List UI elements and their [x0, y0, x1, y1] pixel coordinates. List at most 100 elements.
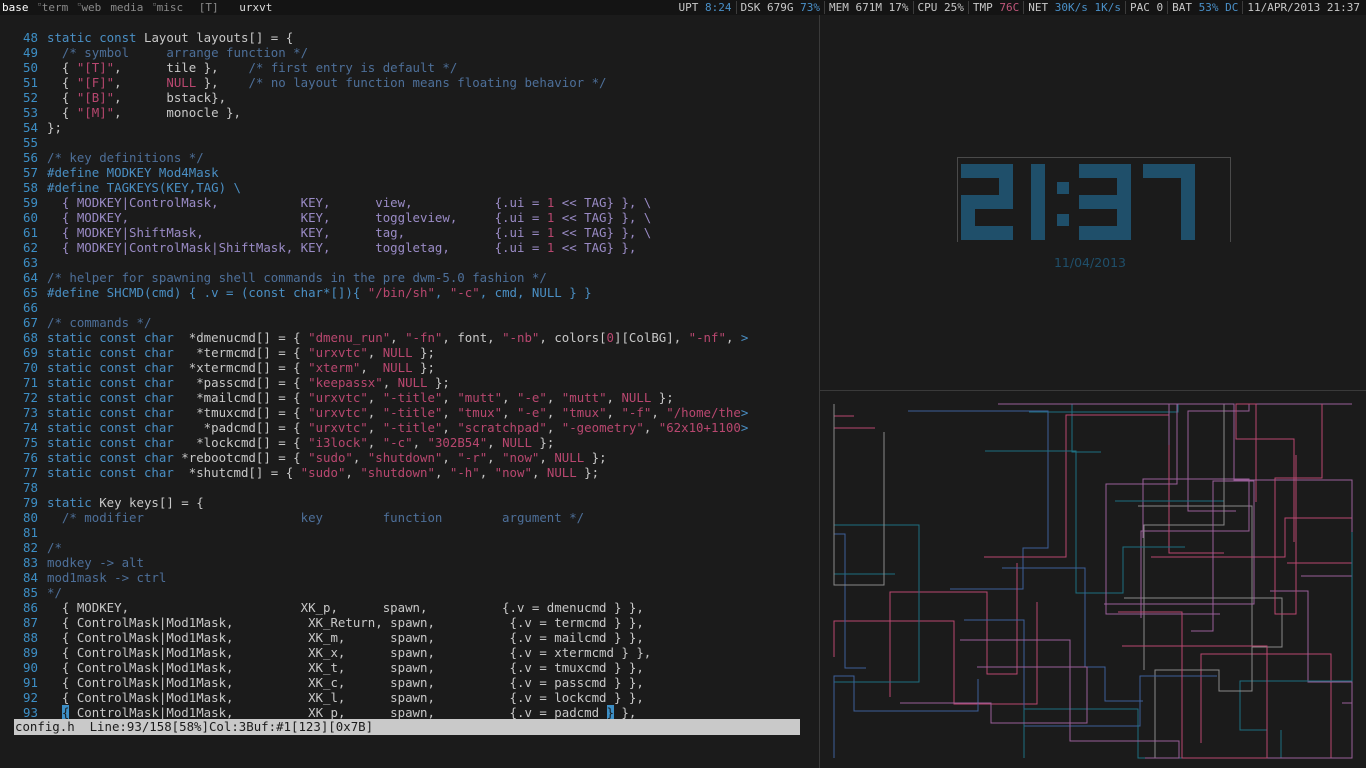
code-line[interactable]: 75 static const char *lockcmd[] = { "i3lo… [23, 435, 748, 450]
line-number: 74 [23, 420, 38, 435]
code-line[interactable]: 58 #define TAGKEYS(KEY,TAG) \ [23, 180, 748, 195]
clock-digit [1143, 164, 1195, 240]
code-line[interactable]: 51 { "[F]", NULL }, /* no layout functio… [23, 75, 748, 90]
code-editor[interactable]: 48 static const Layout layouts[] = {49 /*… [14, 15, 820, 735]
code-view[interactable]: 48 static const Layout layouts[] = {49 /*… [23, 30, 748, 720]
code-token: }; [412, 360, 435, 375]
tag-web[interactable]: ▫web [77, 0, 101, 14]
code-line[interactable]: 93 { ControlMask|Mod1Mask, XK_p, spawn, … [23, 705, 748, 720]
code-token: static const char [47, 420, 204, 435]
code-line[interactable]: 87 { ControlMask|Mod1Mask, XK_Return, sp… [23, 615, 748, 630]
code-token: , bstack}, [114, 90, 227, 105]
code-token: , [651, 405, 667, 420]
clock-segment [1181, 164, 1195, 202]
code-line[interactable]: 79 static Key keys[] = { [23, 495, 748, 510]
code-line[interactable]: 88 { ControlMask|Mod1Mask, XK_m, spawn, … [23, 630, 748, 645]
code-token: { [47, 60, 77, 75]
code-line[interactable]: 54}; [23, 120, 748, 135]
code-line[interactable]: 70 static const char *xtermcmd[] = { "xte… [23, 360, 748, 375]
line-number: 81 [23, 525, 38, 540]
code-token: > [740, 420, 749, 435]
tag-base[interactable]: base [2, 1, 29, 14]
code-line[interactable]: 77 static const char *shutcmd[] = { "sudo… [23, 465, 748, 480]
status-label: CPU [917, 1, 945, 14]
pipe-segment [1154, 591, 1253, 758]
code-line[interactable]: 73 static const char *tmuxcmd[] = { "urxv… [23, 405, 748, 420]
tag-media[interactable]: media [110, 1, 143, 14]
code-line[interactable]: 76 static const char *rebootcmd[] = { "su… [23, 450, 748, 465]
code-line[interactable]: 74 static const char *padcmd[] = { "urxvt… [23, 420, 748, 435]
code-token: , [390, 330, 406, 345]
pipe-segment [900, 666, 1088, 724]
code-line[interactable]: 71 static const char *passcmd[] = { "keep… [23, 375, 748, 390]
status-value: 671M [855, 1, 889, 14]
code-line[interactable]: 78 [23, 480, 748, 495]
code-line[interactable]: 63 [23, 255, 748, 270]
code-line[interactable]: 61 { MODKEY|ShiftMask, KEY, tag, {.ui = … [23, 225, 748, 240]
code-line[interactable]: 72 static const char *mailcmd[] = { "urxv… [23, 390, 748, 405]
clock-date: 11/04/2013 [1053, 255, 1127, 270]
pipe-segment [833, 404, 885, 586]
status-label: BAT [1172, 1, 1199, 14]
code-line[interactable]: 57 #define MODKEY Mod4Mask [23, 165, 748, 180]
code-line[interactable]: 82 /* [23, 540, 748, 555]
code-token: *termcmd[] = { [196, 345, 309, 360]
pipe-segment [833, 415, 875, 517]
line-number: 55 [23, 135, 38, 150]
code-token: "scratchpad" [457, 420, 547, 435]
code-line[interactable]: 65 #define SHCMD(cmd) { .v = (const char*… [23, 285, 748, 300]
code-line[interactable]: 85 */ [23, 585, 748, 600]
code-line[interactable]: 66 [23, 300, 748, 315]
line-number: 75 [23, 435, 38, 450]
code-line[interactable]: 68 static const char *dmenucmd[] = { "dme… [23, 330, 748, 345]
code-line[interactable]: 83 modkey -> alt [23, 555, 748, 570]
code-line[interactable]: 67 /* commands */ [23, 315, 748, 330]
tag-term[interactable]: ▫term [38, 0, 69, 14]
line-number: 83 [23, 555, 38, 570]
pipe-segment [1124, 505, 1283, 648]
line-number: 51 [23, 75, 38, 90]
code-token: , monocle }, [114, 105, 241, 120]
code-token: { ControlMask|Mod1Mask, XK_t, spawn, {.v… [47, 660, 644, 675]
code-token: , [606, 390, 622, 405]
code-line[interactable]: 59 { MODKEY|ControlMask, KEY, view, {.ui… [23, 195, 748, 210]
code-token: "i3lock" [308, 435, 368, 450]
layout-symbol[interactable]: [T] [199, 1, 219, 14]
status-value: 53% [1198, 1, 1226, 14]
line-number: 65 [23, 285, 38, 300]
code-token: /* no layout function means floating beh… [248, 75, 607, 90]
code-line[interactable]: 48 static const Layout layouts[] = { [23, 30, 748, 45]
code-token: Key keys[] = { [99, 495, 204, 510]
code-line[interactable]: 89 { ControlMask|Mod1Mask, XK_x, spawn, … [23, 645, 748, 660]
code-token: "/bin/sh" [367, 285, 435, 300]
line-number: 71 [23, 375, 38, 390]
code-line[interactable]: 91 { ControlMask|Mod1Mask, XK_c, spawn, … [23, 675, 748, 690]
code-token: , [352, 450, 368, 465]
line-number: 79 [23, 495, 38, 510]
code-line[interactable]: 69 static const char *termcmd[] = { "urxv… [23, 345, 748, 360]
line-number: 72 [23, 390, 38, 405]
code-line[interactable]: 49 /* symbol arrange function */ [23, 45, 748, 60]
code-line[interactable]: 62 { MODKEY|ControlMask|ShiftMask, KEY, … [23, 240, 748, 255]
code-line[interactable]: 50 { "[T]", tile }, /* first entry is de… [23, 60, 748, 75]
tag-misc[interactable]: ▫misc [152, 0, 183, 14]
code-line[interactable]: 64 /* helper for spawning shell commands … [23, 270, 748, 285]
code-line[interactable]: 80 /* modifier key function argument */ [23, 510, 748, 525]
code-line[interactable]: 84 mod1mask -> ctrl [23, 570, 748, 585]
code-line[interactable]: 60 { MODKEY, KEY, toggleview, {.ui = 1 <… [23, 210, 748, 225]
code-line[interactable]: 81 [23, 525, 748, 540]
code-token: static const char [47, 405, 197, 420]
code-line[interactable]: 53 { "[M]", monocle }, [23, 105, 748, 120]
code-token: "[T]" [76, 60, 115, 75]
code-line[interactable]: 92 { ControlMask|Mod1Mask, XK_l, spawn, … [23, 690, 748, 705]
code-line[interactable]: 90 { ControlMask|Mod1Mask, XK_t, spawn, … [23, 660, 748, 675]
status-value: 73% [800, 1, 821, 14]
code-line[interactable]: 52 { "[B]", bstack}, [23, 90, 748, 105]
code-line[interactable]: 55 [23, 135, 748, 150]
code-line[interactable]: 86 { MODKEY, XK_p, spawn, {.v = dmenucmd… [23, 600, 748, 615]
line-number: 52 [23, 90, 38, 105]
line-number: 63 [23, 255, 38, 270]
code-line[interactable]: 56 /* key definitions */ [23, 150, 748, 165]
